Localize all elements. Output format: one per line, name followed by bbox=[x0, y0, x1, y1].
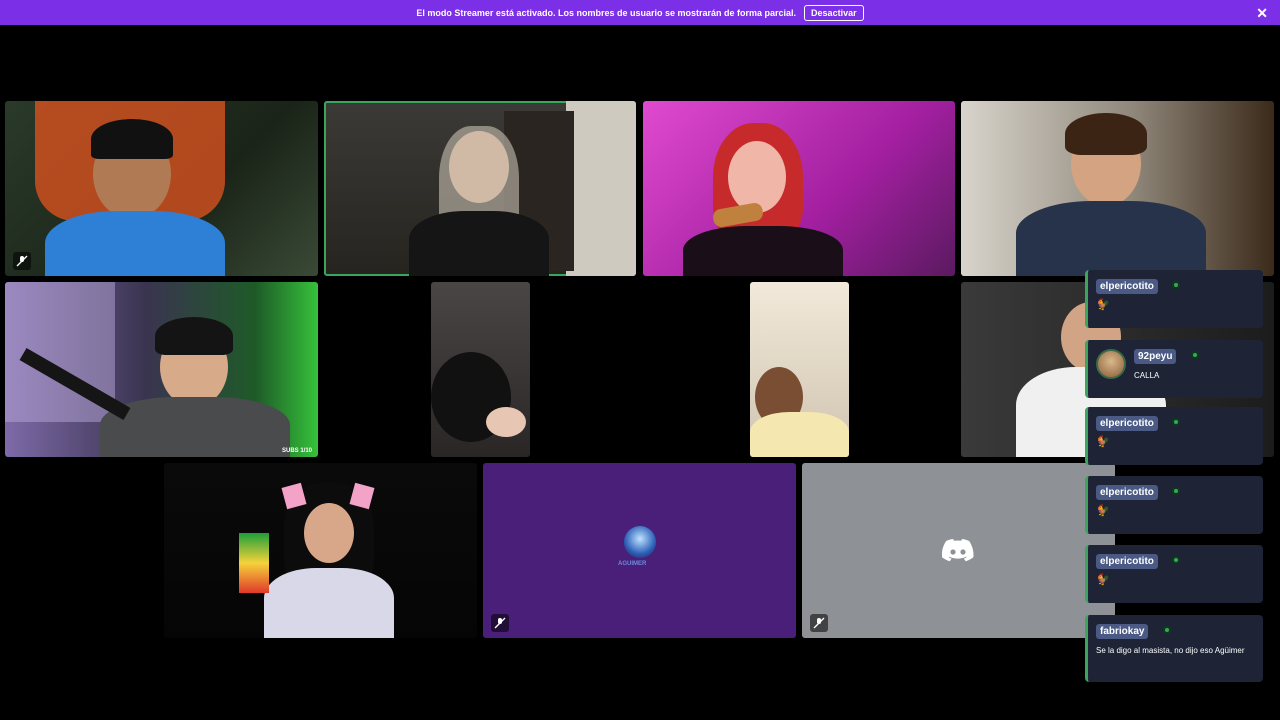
chat-username: elpericotito bbox=[1096, 279, 1158, 294]
chat-emote: 🐓 bbox=[1096, 574, 1110, 586]
wall-shape bbox=[566, 101, 636, 276]
online-status-icon bbox=[1162, 625, 1171, 634]
streamer-mode-banner: El modo Streamer está activado. Los nomb… bbox=[0, 0, 1280, 25]
chat-message: elpericotito 🐓 bbox=[1085, 476, 1263, 534]
mic-muted-icon bbox=[810, 614, 828, 632]
chat-emote: 🐓 bbox=[1096, 436, 1110, 448]
mic-muted-icon bbox=[491, 614, 509, 632]
person-body bbox=[750, 412, 849, 457]
flag-shape bbox=[239, 533, 269, 593]
discord-tile[interactable] bbox=[802, 463, 1115, 638]
chat-username: fabriokay bbox=[1096, 624, 1149, 639]
person-head bbox=[304, 503, 354, 563]
hair-shape bbox=[91, 119, 173, 159]
video-tile-3[interactable] bbox=[643, 101, 955, 276]
chat-text: CALLA bbox=[1134, 371, 1160, 380]
chat-username: elpericotito bbox=[1096, 554, 1158, 569]
video-tile-9[interactable] bbox=[164, 463, 477, 638]
hand-shape bbox=[486, 407, 526, 437]
person-body bbox=[1016, 201, 1206, 276]
avatar bbox=[1096, 349, 1126, 379]
online-status-icon bbox=[1172, 555, 1181, 564]
video-tile-4[interactable] bbox=[961, 101, 1274, 276]
video-tile-7[interactable] bbox=[750, 282, 849, 457]
close-icon[interactable]: ✕ bbox=[1256, 5, 1268, 22]
server-logo-text: AGUIMER bbox=[618, 561, 647, 567]
cat-ear-right-shape bbox=[349, 482, 375, 510]
chat-message: elpericotito 🐓 bbox=[1085, 270, 1263, 328]
video-tile-1[interactable] bbox=[5, 101, 318, 276]
person-head bbox=[728, 141, 786, 213]
headset-shape bbox=[155, 317, 233, 355]
chat-emote: 🐓 bbox=[1096, 505, 1110, 517]
banner-message: El modo Streamer está activado. Los nomb… bbox=[416, 7, 797, 18]
chat-username: 92peyu bbox=[1134, 349, 1177, 364]
online-status-icon bbox=[1172, 486, 1181, 495]
hair-shape bbox=[1065, 113, 1147, 155]
video-tile-5[interactable]: SUBS 1/10 bbox=[5, 282, 318, 457]
chat-username: elpericotito bbox=[1096, 485, 1158, 500]
person-body bbox=[45, 211, 225, 276]
video-tile-6[interactable] bbox=[431, 282, 530, 457]
person-body bbox=[264, 568, 394, 638]
online-status-icon bbox=[1172, 280, 1181, 289]
person-body bbox=[409, 211, 549, 276]
chat-message: elpericotito 🐓 bbox=[1085, 545, 1263, 603]
online-status-icon bbox=[1172, 417, 1181, 426]
server-logo-icon bbox=[624, 526, 656, 558]
chat-message: elpericotito 🐓 bbox=[1085, 407, 1263, 465]
online-status-icon bbox=[1190, 350, 1199, 359]
deactivate-button[interactable]: Desactivar bbox=[804, 4, 864, 21]
discord-logo-icon bbox=[942, 539, 974, 562]
subs-caption: SUBS 1/10 bbox=[281, 448, 312, 454]
chat-emote: 🐓 bbox=[1096, 299, 1110, 311]
mic-muted-icon bbox=[13, 252, 31, 270]
video-tile-2[interactable] bbox=[324, 101, 636, 276]
chat-username: elpericotito bbox=[1096, 416, 1158, 431]
chat-text: Se la digo al masista, no dijo eso Agüim… bbox=[1096, 646, 1245, 655]
chat-message: 92peyu CALLA bbox=[1085, 340, 1263, 398]
server-tile[interactable]: AGUIMER bbox=[483, 463, 796, 638]
person-body bbox=[683, 226, 843, 276]
chat-message: fabriokay Se la digo al masista, no dijo… bbox=[1085, 615, 1263, 682]
